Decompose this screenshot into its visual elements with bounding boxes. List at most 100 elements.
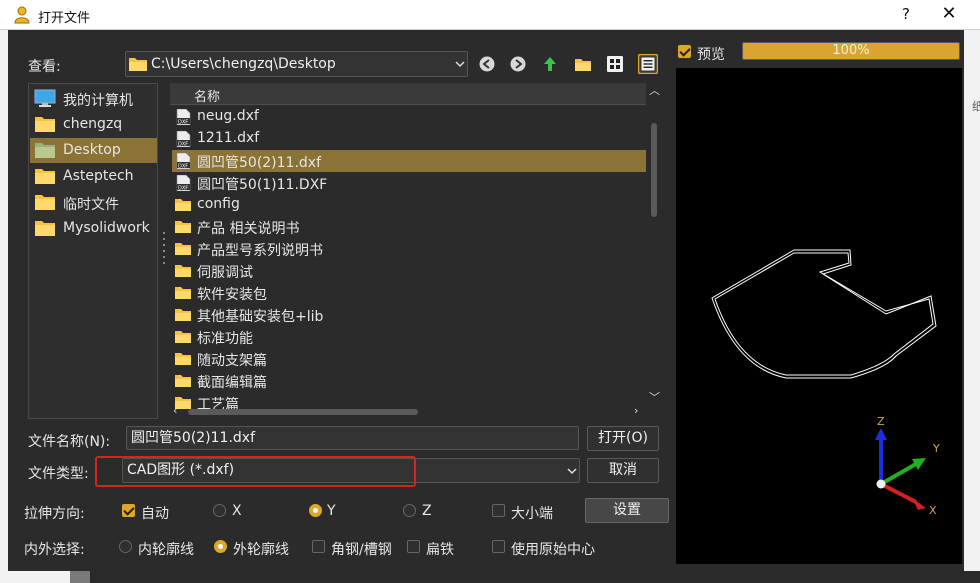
folder-icon: [175, 287, 191, 299]
file-row[interactable]: 随动支架篇: [172, 348, 646, 370]
x-label: X: [232, 503, 242, 519]
folder-icon: [175, 265, 191, 277]
original-center-checkbox[interactable]: [492, 540, 505, 553]
dialog-title: 打开文件: [38, 11, 91, 26]
flat-iron-checkbox[interactable]: [407, 540, 420, 553]
dxf-file-icon: DXF: [176, 109, 191, 125]
file-row[interactable]: 其他基础安装包+lib: [172, 304, 646, 326]
splitter-handle[interactable]: [162, 232, 166, 272]
file-row[interactable]: DXF 1211.dxf: [172, 128, 646, 150]
scroll-up-icon[interactable]: ︿: [649, 82, 660, 98]
sidebar-item-computer[interactable]: 我的计算机: [30, 86, 157, 111]
up-icon[interactable]: [541, 55, 559, 73]
folder-icon: [175, 353, 191, 365]
preview-drawing: Z Y X: [711, 249, 940, 517]
open-file-dialog: 打开文件 ? ✕ 纸 查看: C:\Users\chengzq\Desktop: [0, 0, 980, 583]
filename-label: 文件名称(N):: [28, 434, 111, 450]
folder-icon: [175, 309, 191, 321]
folder-icon: [175, 243, 191, 255]
file-name: 1211.dxf: [197, 130, 260, 146]
places-sidebar: 我的计算机 chengzq Desktop Asteptech 临时文件 Mys…: [28, 83, 158, 419]
scroll-right-icon[interactable]: ›: [634, 404, 638, 417]
dxf-file-icon: DXF: [176, 131, 191, 147]
cancel-button[interactable]: 取消: [587, 458, 659, 483]
background-taskbar: [0, 571, 980, 583]
folder-icon: [35, 143, 55, 158]
forward-icon[interactable]: [509, 55, 527, 73]
vertical-scrollbar[interactable]: ︿ ﹀: [648, 83, 660, 405]
preview-checkbox[interactable]: [678, 45, 691, 58]
file-row[interactable]: 产品型号系列说明书: [172, 238, 646, 260]
filetype-label: 文件类型:: [28, 466, 89, 482]
chevron-down-icon: [567, 467, 577, 474]
computer-icon: [34, 89, 56, 107]
endian-label: 大小端: [511, 506, 553, 522]
sidebar-item-desktop[interactable]: Desktop: [30, 138, 157, 163]
svg-text:DXF: DXF: [178, 119, 188, 125]
flat-iron-label: 扁铁: [426, 542, 454, 558]
help-button[interactable]: ?: [896, 5, 916, 23]
file-name: config: [197, 196, 240, 212]
sidebar-item-chengzq[interactable]: chengzq: [30, 112, 157, 137]
folder-icon: [35, 117, 55, 132]
file-name: 圆凹管50(1)11.DXF: [197, 177, 328, 193]
new-folder-icon[interactable]: [574, 55, 592, 73]
file-row[interactable]: DXF 圆凹管50(1)11.DXF: [172, 172, 646, 194]
filename-input[interactable]: 圆凹管50(2)11.dxf: [126, 426, 579, 450]
progress-text: 100%: [832, 43, 870, 58]
scroll-down-icon[interactable]: ﹀: [649, 389, 660, 405]
back-icon[interactable]: [478, 55, 496, 73]
axis-x-label: X: [929, 504, 937, 517]
chevron-down-icon: [455, 61, 465, 68]
file-row[interactable]: 标准功能: [172, 326, 646, 348]
file-name: 软件安装包: [197, 287, 267, 303]
user-icon: [14, 6, 30, 24]
sidebar-item-mysolidwork[interactable]: Mysolidwork: [30, 216, 157, 241]
svg-text:DXF: DXF: [178, 185, 188, 191]
file-row[interactable]: 伺服调试: [172, 260, 646, 282]
angle-channel-checkbox[interactable]: [312, 540, 325, 553]
sidebar-item-temp[interactable]: 临时文件: [30, 190, 157, 215]
title-bar: 打开文件 ? ✕: [0, 0, 980, 30]
auto-checkbox[interactable]: [122, 504, 135, 517]
folder-icon: [175, 375, 191, 387]
file-name: 随动支架篇: [197, 353, 267, 369]
y-radio[interactable]: [309, 504, 322, 517]
axis-gizmo: [875, 428, 926, 510]
folder-icon: [35, 221, 55, 236]
horizontal-scrollbar[interactable]: ‹ ›: [170, 404, 648, 419]
close-button[interactable]: ✕: [938, 3, 960, 24]
lookin-label: 查看:: [28, 59, 61, 75]
folder-icon: [175, 331, 191, 343]
angle-channel-label: 角钢/槽钢: [331, 542, 392, 558]
sidebar-item-asteptech[interactable]: Asteptech: [30, 164, 157, 189]
x-radio[interactable]: [213, 504, 226, 517]
file-row[interactable]: config: [172, 194, 646, 216]
icon-view-icon[interactable]: [606, 55, 624, 73]
endian-checkbox[interactable]: [492, 504, 505, 517]
preview-label: 预览: [697, 47, 725, 63]
lookin-path: C:\Users\chengzq\Desktop: [151, 56, 336, 72]
open-button[interactable]: 打开(O): [587, 426, 659, 451]
file-row[interactable]: 截面编辑篇: [172, 370, 646, 392]
file-row[interactable]: 产品 相关说明书: [172, 216, 646, 238]
lookin-combo[interactable]: C:\Users\chengzq\Desktop: [125, 51, 468, 77]
z-radio[interactable]: [403, 504, 416, 517]
scroll-left-icon[interactable]: ‹: [173, 404, 177, 417]
file-name: 产品 相关说明书: [197, 221, 300, 237]
file-row[interactable]: DXF neug.dxf: [172, 106, 646, 128]
inner-contour-radio[interactable]: [119, 540, 132, 553]
file-name: 其他基础安装包+lib: [197, 309, 324, 325]
file-row[interactable]: 软件安装包: [172, 282, 646, 304]
dxf-file-icon: DXF: [176, 153, 191, 169]
outer-contour-label: 外轮廓线: [233, 542, 289, 558]
file-row[interactable]: DXF 圆凹管50(2)11.dxf: [172, 150, 646, 172]
file-name: 截面编辑篇: [197, 375, 267, 391]
original-center-label: 使用原始中心: [511, 542, 595, 558]
name-column-header[interactable]: 名称: [170, 83, 646, 105]
settings-button[interactable]: 设置: [585, 498, 669, 523]
y-label: Y: [327, 503, 336, 519]
list-view-icon[interactable]: [638, 54, 658, 74]
background-window-edge: [0, 30, 8, 583]
outer-contour-radio[interactable]: [214, 540, 227, 553]
